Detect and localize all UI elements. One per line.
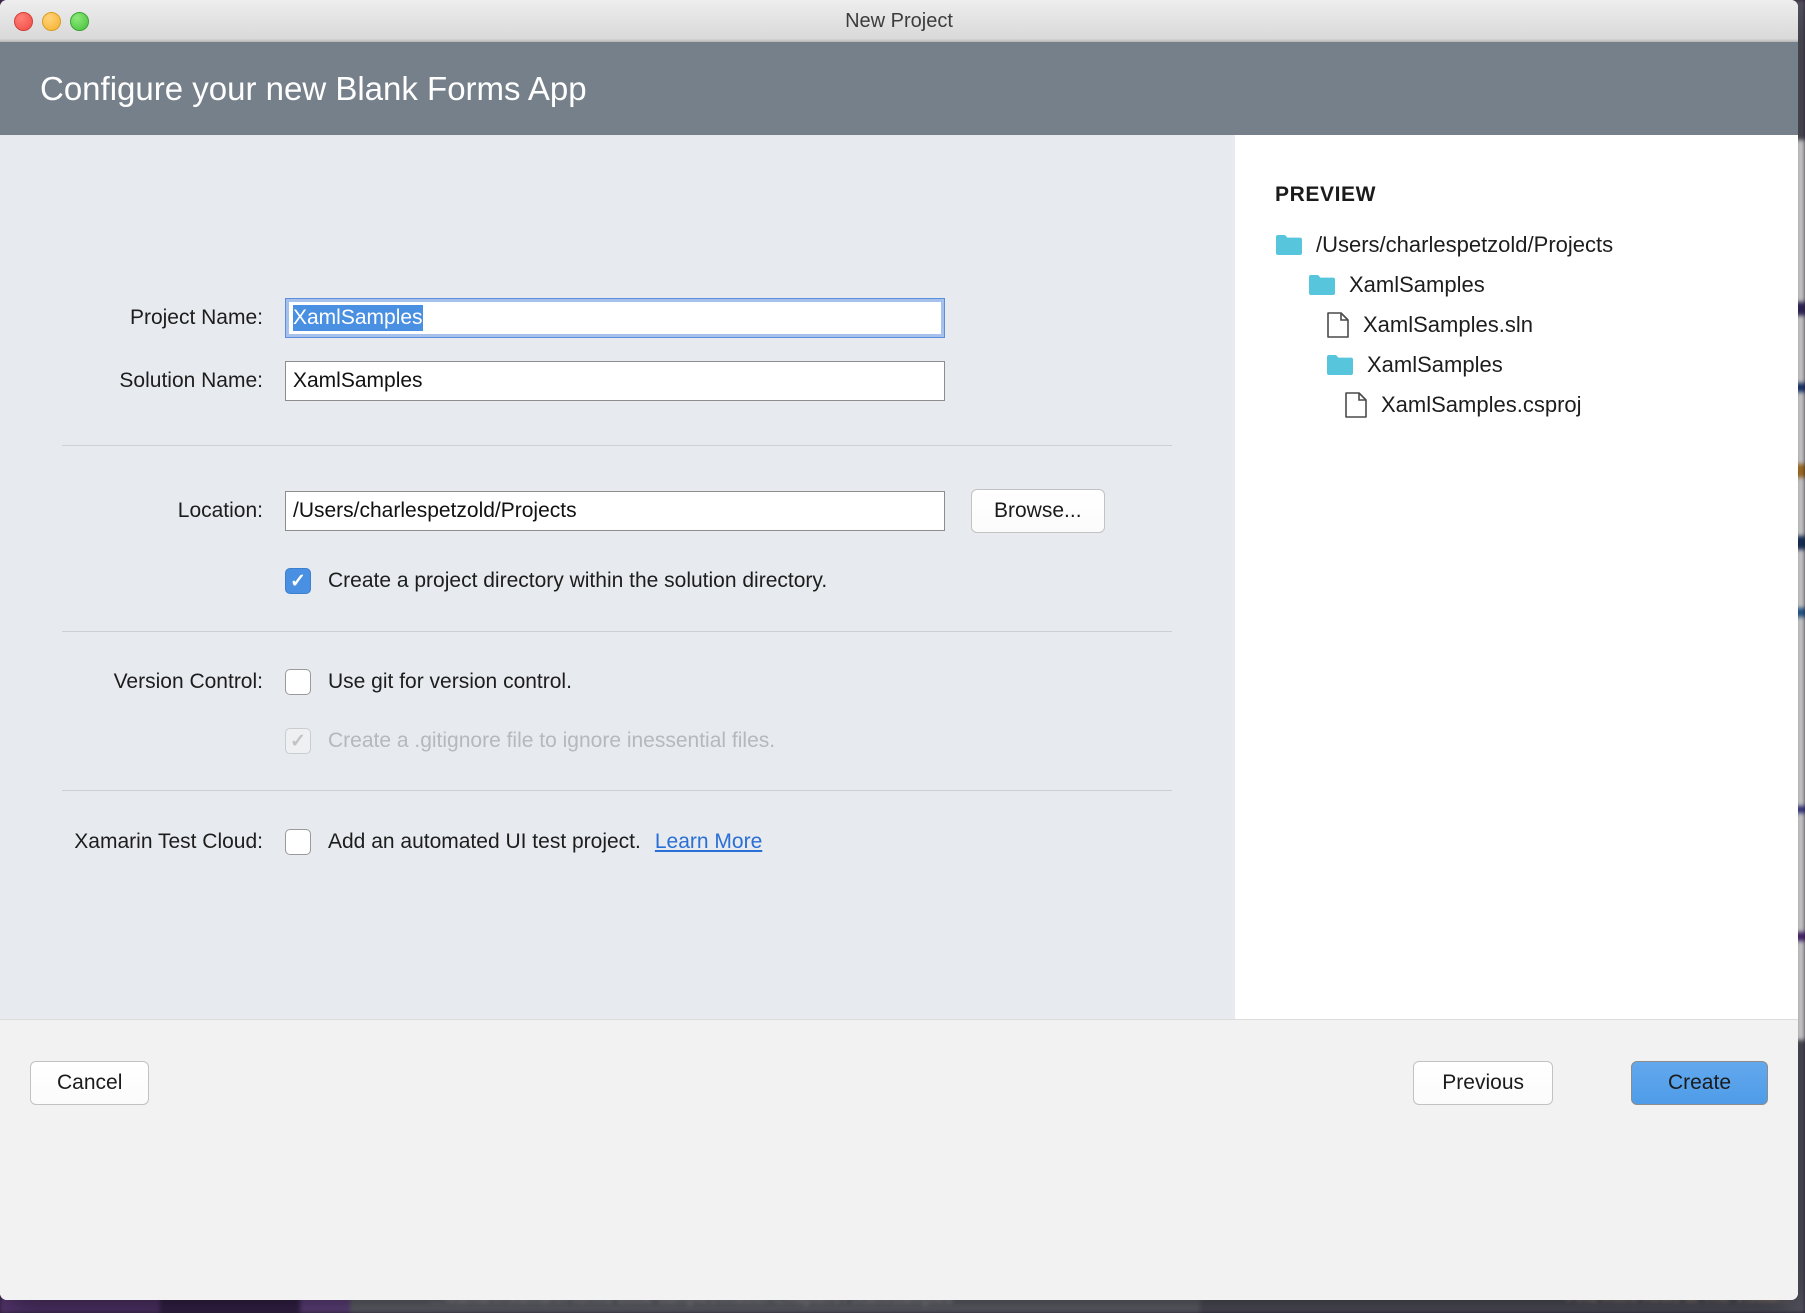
- tree-item-label: XamlSamples.csproj: [1381, 392, 1582, 418]
- tree-item-projects-folder[interactable]: /Users/charlespetzold/Projects: [1275, 225, 1798, 265]
- dialog-header: Configure your new Blank Forms App: [0, 42, 1798, 135]
- divider-3: [62, 790, 1172, 791]
- folder-icon: [1308, 274, 1336, 296]
- check-icon: ✓: [290, 572, 306, 591]
- tree-item-label: XamlSamples: [1349, 272, 1485, 298]
- project-directory-row: ✓ Create a project directory within the …: [0, 568, 1235, 594]
- ui-test-checkbox[interactable]: [285, 829, 311, 855]
- tree-item-xamlsamples-subfolder[interactable]: XamlSamples: [1326, 345, 1798, 385]
- location-label: Location:: [0, 499, 285, 523]
- tree-item-label: XamlSamples.sln: [1363, 312, 1533, 338]
- tree-item-csproj-file[interactable]: XamlSamples.csproj: [1344, 385, 1798, 425]
- file-icon: [1344, 392, 1368, 418]
- configuration-form: Project Name: XamlSamples Solution Name:…: [0, 135, 1235, 1019]
- location-input[interactable]: /Users/charlespetzold/Projects: [285, 491, 945, 531]
- project-directory-checkbox[interactable]: ✓: [285, 568, 311, 594]
- location-row: Location: /Users/charlespetzold/Projects…: [0, 489, 1235, 533]
- xamarin-test-cloud-row: Xamarin Test Cloud: Add an automated UI …: [0, 829, 1235, 855]
- create-button[interactable]: Create: [1631, 1061, 1768, 1105]
- gitignore-checkbox: ✓: [285, 728, 311, 754]
- divider-1: [62, 445, 1172, 446]
- solution-name-label: Solution Name:: [0, 369, 285, 393]
- project-name-value: XamlSamples: [293, 305, 423, 331]
- project-directory-label: Create a project directory within the so…: [328, 569, 827, 593]
- new-project-dialog: New Project Configure your new Blank For…: [0, 0, 1798, 1300]
- zoom-button[interactable]: [70, 12, 89, 31]
- preview-title: PREVIEW: [1275, 183, 1798, 207]
- solution-name-input[interactable]: XamlSamples: [285, 361, 945, 401]
- version-control-label: Version Control:: [0, 670, 285, 694]
- cancel-button[interactable]: Cancel: [30, 1061, 149, 1105]
- project-name-row: Project Name: XamlSamples: [0, 298, 1235, 338]
- xamarin-test-cloud-label: Xamarin Test Cloud:: [0, 830, 285, 854]
- window-title: New Project: [845, 10, 953, 33]
- project-name-label: Project Name:: [0, 306, 285, 330]
- tree-item-xamlsamples-folder[interactable]: XamlSamples: [1308, 265, 1798, 305]
- learn-more-link[interactable]: Learn More: [655, 830, 762, 854]
- minimize-button[interactable]: [42, 12, 61, 31]
- gitignore-row: ✓ Create a .gitignore file to ignore ine…: [0, 728, 1235, 754]
- location-value: /Users/charlespetzold/Projects: [293, 499, 577, 523]
- project-name-input[interactable]: XamlSamples: [285, 298, 945, 338]
- solution-name-value: XamlSamples: [293, 369, 423, 393]
- ui-test-label: Add an automated UI test project.: [328, 830, 641, 854]
- folder-icon: [1275, 234, 1303, 256]
- tree-item-label: /Users/charlespetzold/Projects: [1316, 232, 1613, 258]
- tree-item-label: XamlSamples: [1367, 352, 1503, 378]
- divider-2: [62, 631, 1172, 632]
- browse-button[interactable]: Browse...: [971, 489, 1105, 533]
- version-control-row: Version Control: Use git for version con…: [0, 669, 1235, 695]
- check-icon: ✓: [290, 732, 306, 751]
- dialog-body: Project Name: XamlSamples Solution Name:…: [0, 135, 1798, 1019]
- page-title: Configure your new Blank Forms App: [40, 70, 587, 108]
- window-controls: [14, 0, 89, 42]
- use-git-label: Use git for version control.: [328, 670, 572, 694]
- previous-button[interactable]: Previous: [1413, 1061, 1553, 1105]
- window-title-bar: New Project: [0, 0, 1798, 42]
- file-icon: [1326, 312, 1350, 338]
- solution-name-row: Solution Name: XamlSamples: [0, 361, 1235, 401]
- folder-icon: [1326, 354, 1354, 376]
- tree-item-sln-file[interactable]: XamlSamples.sln: [1326, 305, 1798, 345]
- use-git-checkbox[interactable]: [285, 669, 311, 695]
- preview-pane: PREVIEW /Users/charlespetzold/Projects X…: [1235, 135, 1798, 1019]
- gitignore-label: Create a .gitignore file to ignore iness…: [328, 729, 775, 753]
- close-button[interactable]: [14, 12, 33, 31]
- dialog-footer: Cancel Previous Create: [0, 1019, 1798, 1300]
